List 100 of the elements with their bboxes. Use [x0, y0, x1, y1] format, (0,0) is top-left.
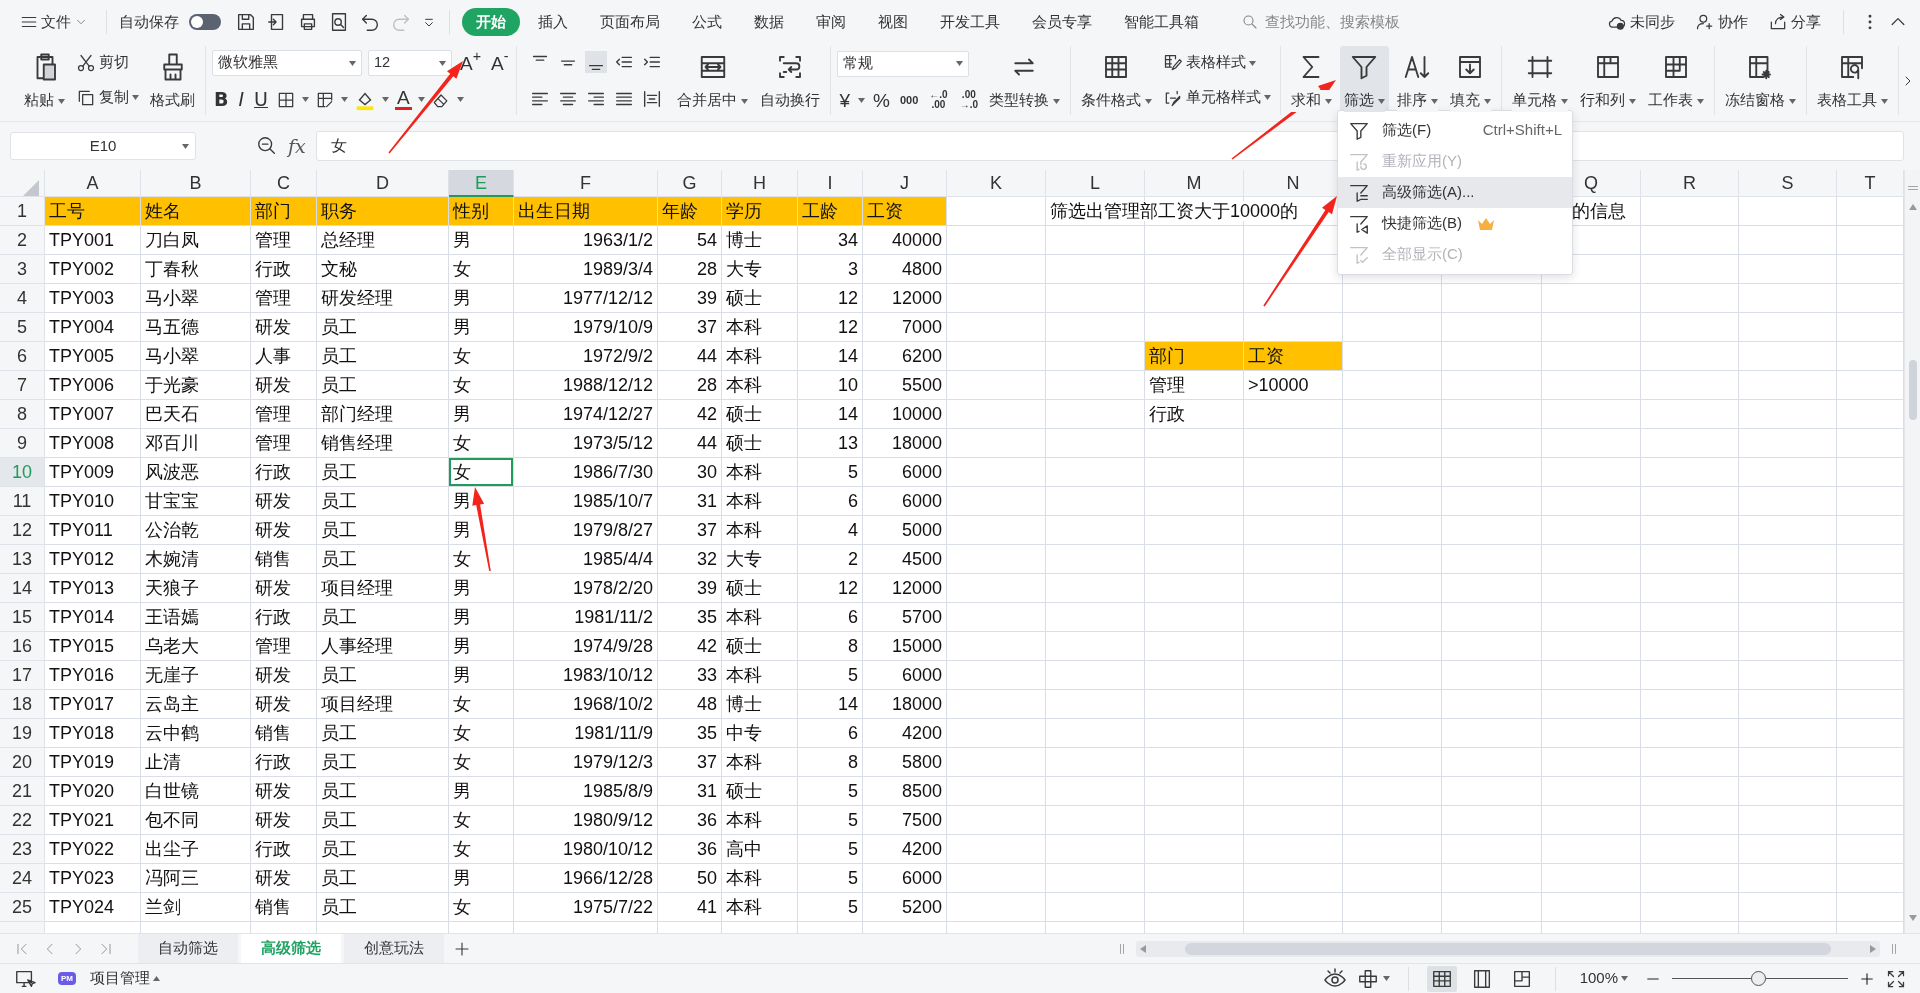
ribbon-tab[interactable]: 插入	[524, 7, 582, 37]
ribbon-button[interactable]: 筛选	[1340, 46, 1389, 115]
slider-thumb[interactable]	[1751, 971, 1767, 986]
row-header[interactable]: 3	[0, 255, 45, 284]
row-header[interactable]: 1	[0, 197, 45, 226]
horizontal-scrollbar[interactable]	[1136, 940, 1880, 957]
scrollbar-thumb[interactable]	[1185, 942, 1831, 955]
ribbon-tab[interactable]: 智能工具箱	[1110, 7, 1213, 37]
row-header[interactable]: 6	[0, 342, 45, 371]
row-header[interactable]: 18	[0, 690, 45, 719]
row-header[interactable]: 7	[0, 371, 45, 400]
column-header[interactable]: M	[1145, 170, 1244, 197]
column-header[interactable]: T	[1837, 170, 1904, 197]
crosshair-icon[interactable]	[1356, 967, 1379, 990]
column-header[interactable]: L	[1046, 170, 1145, 197]
row-header[interactable]: 8	[0, 400, 45, 429]
function-button[interactable]: fx	[288, 131, 306, 161]
toolbar-button[interactable]: 未同步	[1601, 8, 1681, 36]
column-header[interactable]: B	[141, 170, 251, 197]
ribbon-button[interactable]: 表格样式	[1160, 50, 1274, 77]
row-header[interactable]: 15	[0, 603, 45, 632]
ribbon-button[interactable]: 条件格式	[1077, 46, 1156, 115]
row-header[interactable]: 13	[0, 545, 45, 574]
project-button[interactable]: 项目管理	[84, 965, 166, 992]
column-header[interactable]: A	[45, 170, 141, 197]
number-format-select[interactable]: 常规	[837, 50, 970, 77]
fullscreen-icon[interactable]	[1886, 968, 1906, 989]
ribbon-button[interactable]: 单元格样式	[1160, 84, 1274, 111]
ribbon-tab[interactable]: 公式	[678, 7, 736, 37]
font-select[interactable]: 微软雅黑	[212, 50, 362, 77]
ribbon-button[interactable]: 复制	[73, 84, 142, 111]
column-header[interactable]: K	[947, 170, 1046, 197]
zoom-search-icon[interactable]	[256, 135, 278, 157]
row-header[interactable]: 17	[0, 661, 45, 690]
toolbar-button[interactable]: 协作	[1689, 8, 1754, 36]
bold-button[interactable]: B	[212, 90, 231, 110]
ribbon-button[interactable]: 格式刷	[146, 46, 199, 115]
scroll-up-icon[interactable]	[1908, 204, 1917, 210]
column-header[interactable]: C	[251, 170, 317, 197]
increase-font-button[interactable]: A$^{+}$	[458, 53, 483, 73]
row-header[interactable]: 19	[0, 719, 45, 748]
column-header[interactable]: R	[1641, 170, 1739, 197]
italic-button[interactable]: I	[236, 90, 247, 110]
column-header[interactable]: I	[798, 170, 863, 197]
row-header[interactable]: 23	[0, 835, 45, 864]
column-header[interactable]: F	[514, 170, 658, 197]
decimal-button[interactable]: .00 →.0	[956, 90, 981, 111]
currency-button[interactable]: ¥	[837, 90, 853, 110]
sheet-tab[interactable]: 自动筛选	[138, 934, 238, 963]
menu-item[interactable]: 快捷筛选(B)	[1338, 208, 1572, 239]
ribbon-button[interactable]: 自动换行	[756, 46, 825, 115]
ribbon-button[interactable]: 类型转换	[985, 46, 1064, 115]
toolbar-button[interactable]: 分享	[1762, 8, 1827, 36]
row-header[interactable]: 12	[0, 516, 45, 545]
ribbon-tab[interactable]: 会员专享	[1018, 7, 1106, 37]
font-color-button[interactable]: A	[395, 89, 412, 111]
column-header[interactable]: D	[317, 170, 449, 197]
font-size-select[interactable]: 12	[368, 50, 452, 77]
align-icon[interactable]	[585, 51, 608, 74]
name-box[interactable]: E10	[10, 132, 196, 160]
ribbon-button[interactable]: 表格工具	[1813, 46, 1892, 115]
column-header[interactable]: S	[1739, 170, 1837, 197]
percent-button[interactable]: %	[871, 90, 892, 110]
row-header[interactable]: 5	[0, 313, 45, 342]
save-icon[interactable]	[235, 11, 257, 33]
row-header[interactable]: 9	[0, 429, 45, 458]
row-header[interactable]: 21	[0, 777, 45, 806]
row-header[interactable]: 4	[0, 284, 45, 313]
thousands-button[interactable]: 000	[897, 94, 921, 106]
row-header[interactable]: 22	[0, 806, 45, 835]
selected-cell[interactable]: 女	[449, 458, 514, 487]
menu-item[interactable]: 高级筛选(A)...	[1338, 177, 1572, 208]
ribbon-button[interactable]: 行和列	[1576, 46, 1640, 115]
column-header[interactable]: J	[863, 170, 947, 197]
zoom-button[interactable]: 100%	[1573, 965, 1634, 992]
search-field[interactable]: 查找功能、搜索模板	[1241, 9, 1413, 35]
row-header[interactable]: 24	[0, 864, 45, 893]
row-header[interactable]: 20	[0, 748, 45, 777]
decimal-button[interactable]: ←.0 .00	[926, 90, 951, 111]
ribbon-button[interactable]: 剪切	[73, 50, 142, 77]
ribbon-button[interactable]: 工作表	[1644, 46, 1708, 115]
row-header[interactable]: 14	[0, 574, 45, 603]
ribbon-tab[interactable]: 数据	[740, 7, 798, 37]
row-header[interactable]: 11	[0, 487, 45, 516]
row-header[interactable]: 25	[0, 893, 45, 922]
underline-button[interactable]: U	[252, 90, 270, 110]
row-header[interactable]: 16	[0, 632, 45, 661]
ribbon-button[interactable]: 粘贴	[20, 46, 69, 115]
scroll-down-icon[interactable]	[1908, 915, 1917, 921]
file-menu-button[interactable]: 文件	[14, 8, 94, 36]
ribbon-button[interactable]: 冻结窗格	[1721, 46, 1800, 115]
ribbon-tab[interactable]: 审阅	[802, 7, 860, 37]
ribbon-tab[interactable]: 视图	[864, 7, 922, 37]
autosave-toggle[interactable]	[189, 14, 221, 30]
scrollbar-thumb[interactable]	[1908, 360, 1917, 420]
ribbon-button[interactable]: 合并居中	[673, 46, 753, 115]
row-header[interactable]: 2	[0, 226, 45, 255]
column-header[interactable]: H	[722, 170, 798, 197]
view-button[interactable]	[1426, 965, 1457, 992]
decrease-font-button[interactable]: A$^{-}$	[489, 53, 511, 73]
